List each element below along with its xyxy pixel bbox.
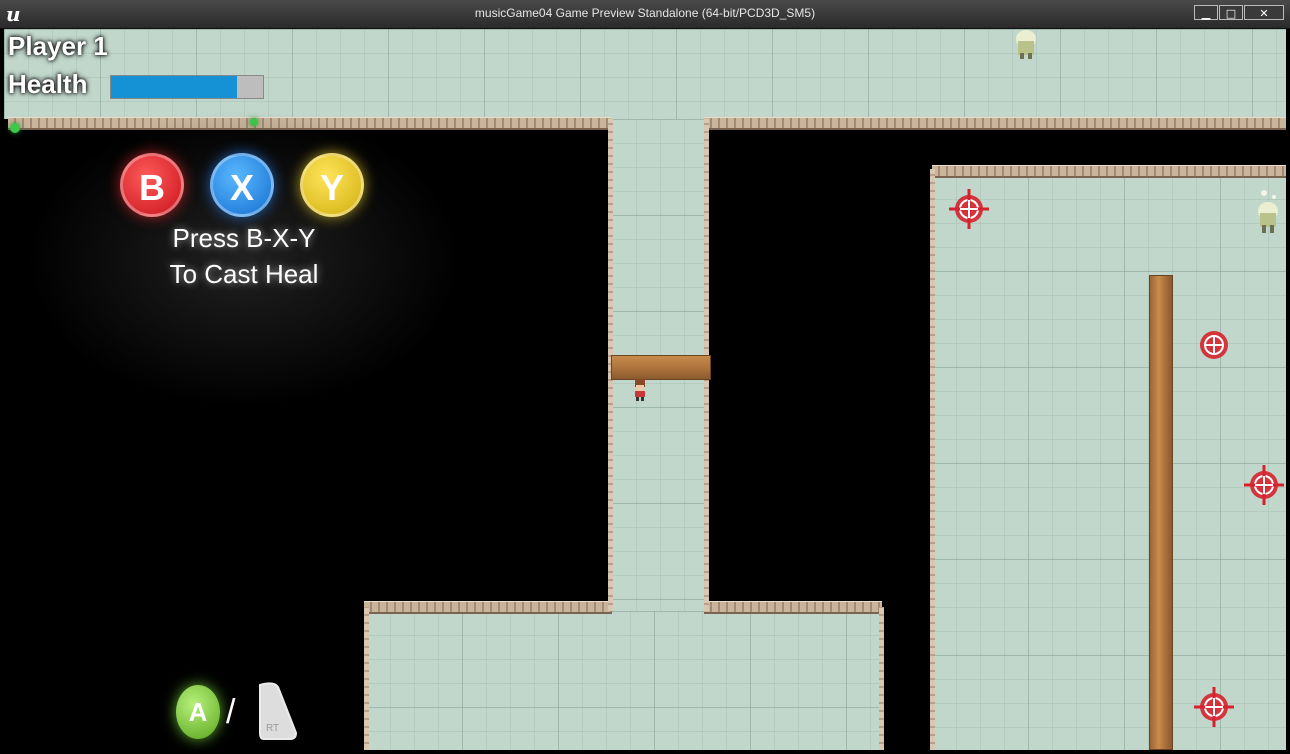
rt-trigger-icon: RT: [259, 682, 298, 740]
red-crosshair-target-icon: [1244, 465, 1284, 505]
right-room-floor: [932, 175, 1286, 750]
red-crosshair-target-icon: [1194, 687, 1234, 727]
window-title: musicGame04 Game Preview Standalone (64-…: [474, 6, 816, 20]
wall-bottom-left: [364, 601, 612, 614]
maximize-button[interactable]: □: [1219, 5, 1243, 20]
x-button-icon: X: [210, 153, 274, 217]
heal-hint-line2: To Cast Heal: [169, 259, 319, 289]
player-label: Player 1: [8, 31, 108, 61]
red-crosshair-target-icon: [1200, 331, 1228, 359]
green-gem-icon: [10, 123, 20, 133]
wall-right-room-left: [930, 169, 935, 750]
enemy-ghost-icon: [1016, 30, 1036, 59]
wall-right-room-top: [932, 165, 1286, 178]
player-character-icon: [635, 379, 645, 401]
game-window: u musicGame04 Game Preview Standalone (6…: [0, 0, 1290, 754]
close-button[interactable]: ✕: [1244, 5, 1284, 20]
game-viewport[interactable]: B X Y Press B-X-Y To Cast Heal A / RT Pl…: [4, 29, 1286, 750]
y-button-icon: Y: [300, 153, 364, 217]
title-bar[interactable]: u musicGame04 Game Preview Standalone (6…: [0, 0, 1290, 29]
wall-bottom-room-left: [364, 607, 369, 750]
heal-hint-line1: Press B-X-Y: [172, 223, 316, 253]
health-bar: [110, 75, 264, 99]
wooden-plank-vertical: [1149, 275, 1173, 750]
bottom-room-floor: [366, 611, 882, 750]
minimize-button[interactable]: ▁: [1194, 5, 1218, 20]
wall-top-right: [704, 117, 1286, 130]
health-bar-fill: [111, 76, 238, 98]
b-button-icon: B: [120, 153, 184, 217]
health-label: Health: [8, 69, 88, 99]
wooden-plank-horizontal: [611, 355, 711, 380]
top-corridor-floor: [4, 29, 1286, 119]
wall-bottom-right: [704, 601, 882, 614]
red-crosshair-target-icon: [949, 189, 989, 229]
control-separator: /: [226, 693, 236, 731]
enemy-ghost-icon: [1258, 190, 1278, 233]
rt-trigger-label: RT: [266, 723, 279, 734]
wall-bottom-room-right: [879, 607, 884, 750]
a-button-icon: A: [176, 685, 220, 739]
